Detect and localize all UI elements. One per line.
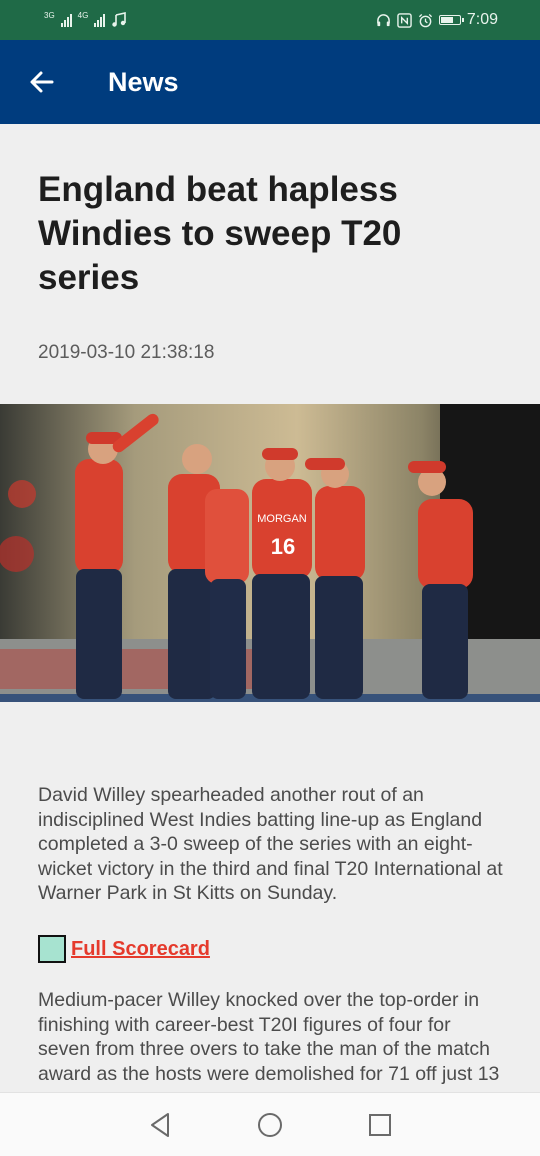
signal-icon — [60, 13, 72, 27]
nav-back-button[interactable] — [130, 1100, 190, 1150]
scorecard-link[interactable]: Full Scorecard — [38, 935, 210, 963]
status-bar: 3G 4G 7:09 — [0, 0, 540, 40]
square-recents-icon — [369, 1113, 391, 1136]
jersey-name-text: MORGAN — [257, 513, 307, 525]
battery-icon — [438, 15, 464, 25]
circle-home-icon — [258, 1112, 282, 1137]
status-right: 7:09 — [376, 11, 498, 29]
nfc-icon — [397, 12, 412, 28]
network-type-label-2: 4G — [77, 10, 89, 20]
nav-home-button[interactable] — [240, 1100, 300, 1150]
scorecard-image-placeholder-icon — [38, 935, 66, 963]
app-title: News — [108, 66, 179, 97]
app-bar: News — [0, 40, 540, 124]
article-headline: England beat hapless Windies to sweep T2… — [38, 170, 402, 297]
back-button[interactable] — [22, 62, 62, 102]
alarm-icon — [418, 13, 432, 27]
article-date: 2019-03-10 21:38:18 — [38, 342, 215, 363]
system-nav-bar — [0, 1092, 540, 1156]
scorecard-link-label[interactable]: Full Scorecard — [71, 938, 210, 961]
signal-icon-2 — [94, 13, 106, 27]
jersey-number-text: 16 — [271, 534, 295, 559]
arrow-left-icon — [30, 71, 54, 93]
nav-recents-button[interactable] — [350, 1100, 410, 1150]
article-paragraph-1: David Willey spearheaded another rout of… — [38, 784, 503, 904]
triangle-back-icon — [151, 1112, 169, 1137]
music-note-icon — [112, 12, 127, 27]
article-photo: MORGAN 16 — [0, 404, 540, 702]
headphones-icon — [376, 13, 390, 26]
article-paragraph-2: Medium-pacer Willey knocked over the top… — [38, 989, 500, 1085]
status-time: 7:09 — [466, 11, 498, 28]
status-left: 3G 4G — [44, 10, 127, 28]
network-type-label: 3G — [44, 10, 55, 20]
cricket-team-celebration-image: MORGAN 16 — [0, 404, 540, 702]
